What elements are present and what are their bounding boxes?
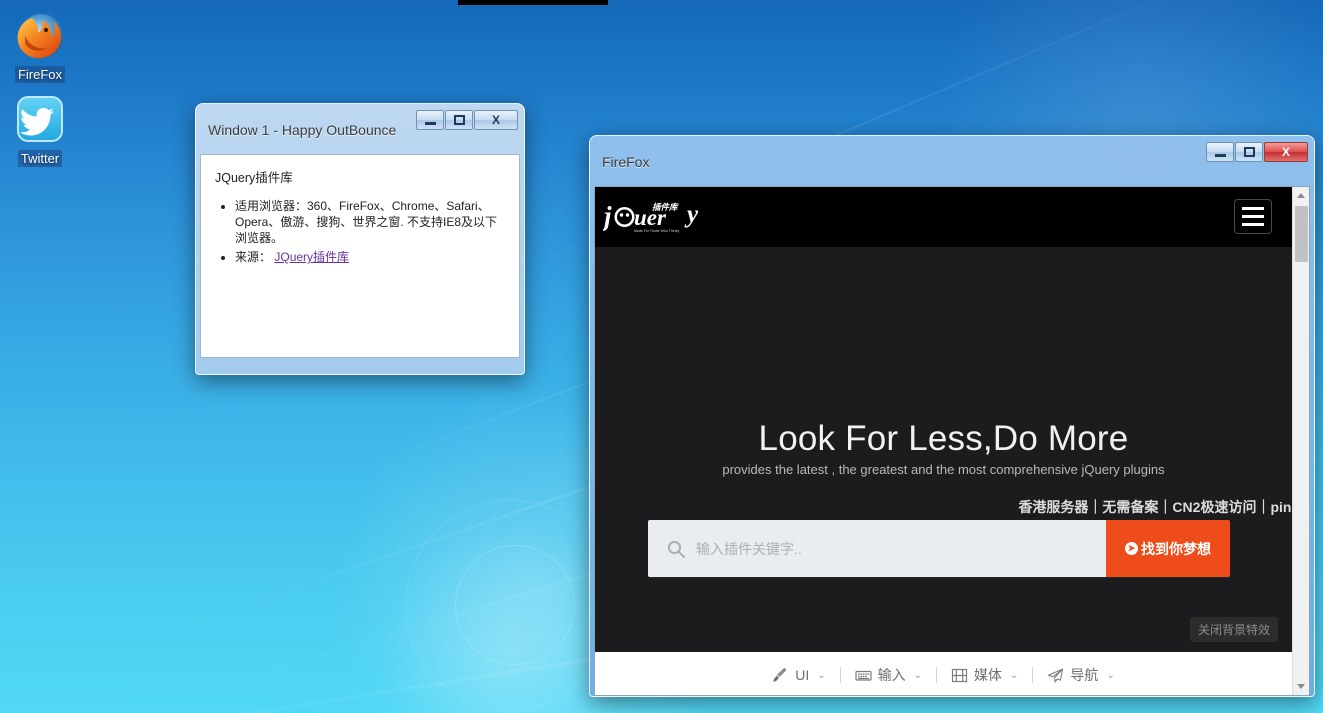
source-label: 来源：	[235, 250, 271, 264]
promo-banner[interactable]: 香港服务器｜无需备案｜CN2极速访问｜ping	[1018, 497, 1292, 517]
category-label: 媒体	[974, 665, 1002, 685]
hamburger-bar	[1242, 215, 1264, 218]
firefox-window-controls: X	[1206, 142, 1308, 162]
hamburger-menu-button[interactable]	[1234, 199, 1272, 234]
keyboard-icon	[855, 667, 872, 684]
hamburger-bar	[1242, 207, 1264, 210]
svg-text:j: j	[603, 201, 612, 231]
close-button[interactable]: X	[474, 110, 518, 130]
source-link[interactable]: JQuery插件库	[274, 250, 349, 264]
window-1-heading: JQuery插件库	[215, 167, 505, 186]
plugin-search-bar: ➤找到你梦想	[648, 520, 1230, 577]
desktop-icon-twitter[interactable]: Twitter	[0, 92, 80, 168]
firefox-icon	[12, 8, 68, 64]
hero-section: Look For Less,Do More provides the lates…	[595, 247, 1292, 652]
category-ui[interactable]: UI ⌄	[758, 667, 839, 684]
search-field-wrapper[interactable]	[648, 520, 1106, 577]
category-label: 导航	[1070, 665, 1098, 685]
hamburger-bar	[1242, 223, 1264, 226]
close-button[interactable]: X	[1264, 142, 1308, 162]
list-item: 来源： JQuery插件库	[235, 249, 505, 265]
scrollbar-thumb[interactable]	[1295, 206, 1308, 262]
jquery-plugin-library-logo[interactable]: j uer y 插件库 Made For Those Who Thirsty	[603, 195, 708, 239]
desktop-icon-label: FireFox	[15, 66, 65, 83]
search-button-label: 找到你梦想	[1141, 539, 1211, 559]
triangle-up-icon	[1297, 193, 1305, 198]
site-header: j uer y 插件库 Made For Those Who Thirsty	[595, 187, 1292, 247]
scroll-down-button[interactable]	[1293, 678, 1310, 695]
chevron-down-icon: ⌄	[914, 670, 922, 681]
brush-icon	[772, 667, 789, 684]
film-icon	[951, 667, 968, 684]
desktop: FireFox Twitter Window 1 - Happy OutBoun…	[0, 0, 1323, 713]
paper-plane-icon	[1047, 667, 1064, 684]
hero-subtitle: provides the latest , the greatest and t…	[595, 462, 1292, 477]
firefox-titlebar[interactable]: FireFox X	[594, 140, 1310, 186]
category-label: UI	[795, 667, 809, 683]
svg-text:y: y	[684, 201, 699, 228]
firefox-window-title: FireFox	[602, 154, 649, 170]
window-1-content: JQuery插件库 适用浏览器：360、FireFox、Chrome、Safar…	[200, 154, 520, 358]
window-1[interactable]: Window 1 - Happy OutBounce X JQuery插件库 适…	[195, 103, 525, 375]
list-item: 适用浏览器：360、FireFox、Chrome、Safari、Opera、傲游…	[235, 198, 505, 246]
svg-text:插件库: 插件库	[652, 202, 679, 212]
window-1-bullet-list: 适用浏览器：360、FireFox、Chrome、Safari、Opera、傲游…	[215, 198, 505, 265]
maximize-button[interactable]	[1235, 142, 1263, 162]
maximize-button[interactable]	[445, 110, 473, 130]
category-label: 输入	[878, 665, 906, 685]
wallpaper-circle	[455, 545, 575, 665]
firefox-window[interactable]: FireFox X j	[589, 135, 1315, 697]
scrollbar-track[interactable]	[1293, 204, 1310, 678]
category-nav: UI ⌄	[595, 652, 1292, 695]
minimize-button[interactable]	[416, 110, 444, 130]
desktop-icon-label: Twitter	[18, 150, 62, 167]
background-effects-toggle[interactable]: 关闭背景特效	[1190, 617, 1278, 642]
twitter-icon	[12, 92, 68, 148]
window-1-controls: X	[416, 110, 518, 130]
search-icon	[666, 539, 686, 559]
svg-text:Made For Those Who Thirsty: Made For Those Who Thirsty	[634, 229, 679, 233]
desktop-icon-firefox[interactable]: FireFox	[0, 8, 80, 84]
category-media[interactable]: 媒体 ⌄	[937, 665, 1032, 685]
triangle-down-icon	[1297, 684, 1305, 689]
web-page: j uer y 插件库 Made For Those Who Thirsty	[595, 187, 1292, 695]
page-scrollbar[interactable]	[1292, 187, 1309, 695]
arrow-right-icon: ➤	[1125, 542, 1138, 555]
top-black-strip	[458, 0, 608, 5]
search-submit-button[interactable]: ➤找到你梦想	[1106, 520, 1230, 577]
search-input[interactable]	[696, 541, 1106, 557]
minimize-button[interactable]	[1206, 142, 1234, 162]
category-input[interactable]: 输入 ⌄	[841, 665, 936, 685]
scroll-up-button[interactable]	[1293, 187, 1310, 204]
browser-viewport: j uer y 插件库 Made For Those Who Thirsty	[594, 186, 1310, 696]
wallpaper-circle	[405, 500, 615, 710]
category-navigation[interactable]: 导航 ⌄	[1033, 665, 1128, 685]
window-1-titlebar[interactable]: Window 1 - Happy OutBounce X	[200, 108, 520, 154]
window-1-title: Window 1 - Happy OutBounce	[208, 122, 396, 138]
chevron-down-icon: ⌄	[817, 670, 825, 681]
chevron-down-icon: ⌄	[1010, 670, 1018, 681]
hero-title: Look For Less,Do More	[595, 419, 1292, 459]
chevron-down-icon: ⌄	[1106, 670, 1114, 681]
